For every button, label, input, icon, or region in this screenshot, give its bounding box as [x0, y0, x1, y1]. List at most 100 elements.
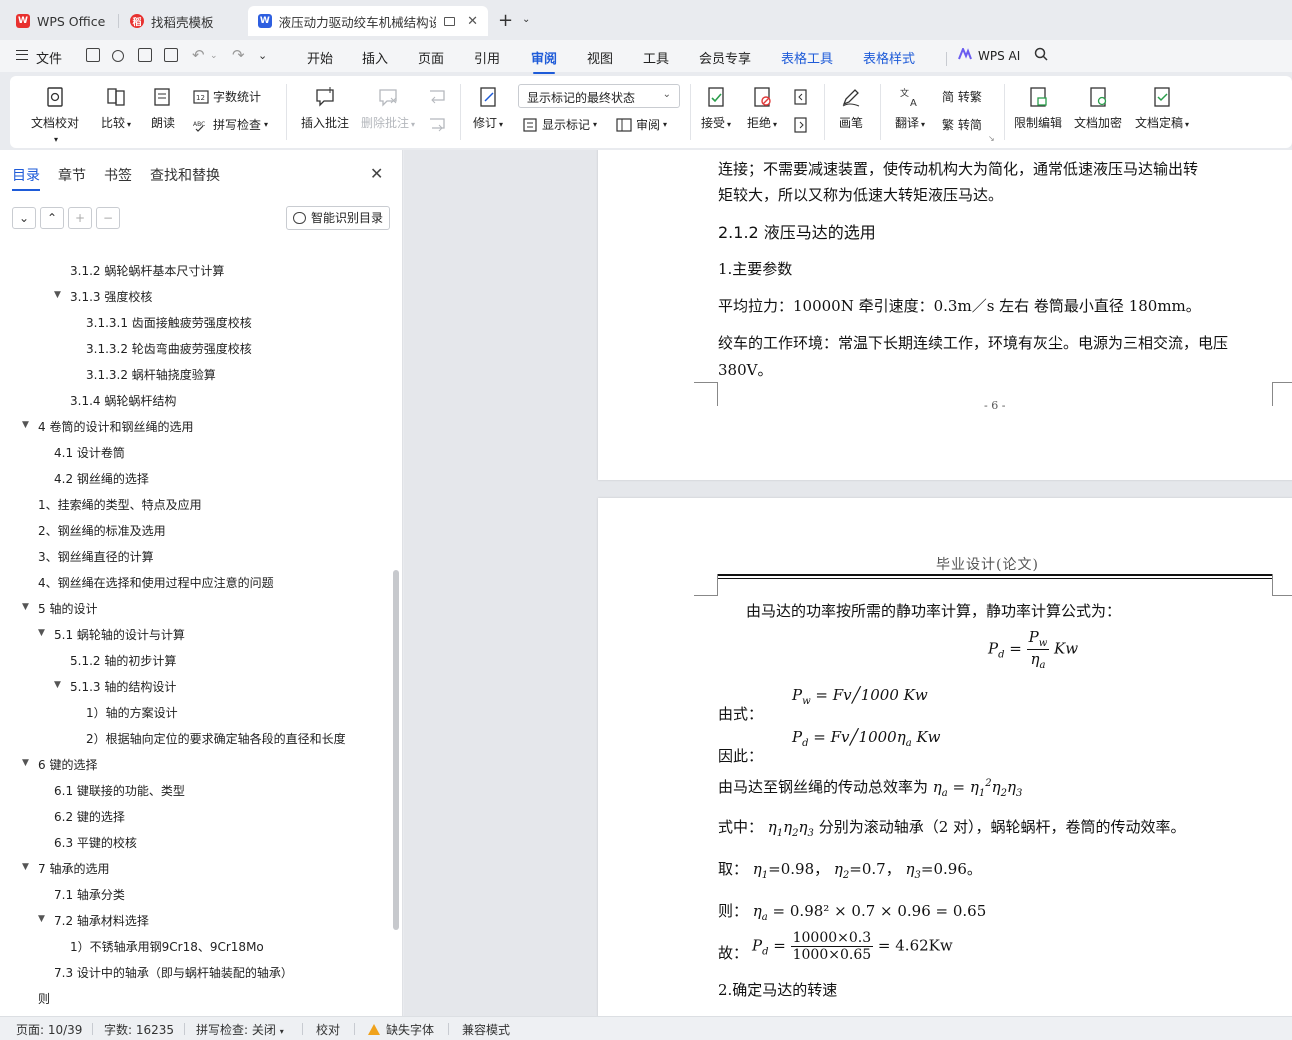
close-icon[interactable]: ✕	[370, 164, 383, 183]
nav-tab-chapters[interactable]: 章节	[58, 165, 86, 185]
pen-button[interactable]: 画笔	[834, 86, 868, 131]
toc-item[interactable]: 7.3 设计中的轴承（即与蜗杆轴装配的轴承）	[54, 964, 293, 981]
redo-icon[interactable]: ↷	[232, 46, 245, 64]
toc-item[interactable]: 6.1 键联接的功能、类型	[54, 782, 185, 799]
nav-tab-toc[interactable]: 目录	[12, 165, 40, 191]
status-proofread[interactable]: 校对	[316, 1021, 340, 1038]
tab-wps-office[interactable]: W WPS Office	[6, 6, 115, 36]
menu-start[interactable]: 开始	[307, 48, 333, 67]
to-simplified-button[interactable]: 繁 转简	[942, 116, 982, 133]
encrypt-button[interactable]: 文档加密	[1072, 86, 1124, 131]
toc-item[interactable]: 5.1.2 轴的初步计算	[70, 652, 176, 669]
menu-view[interactable]: 视图	[587, 48, 613, 67]
next-comment-icon[interactable]	[428, 116, 446, 134]
toc-item[interactable]: 3.1.4 蜗轮蜗杆结构	[70, 392, 176, 409]
menu-table-style[interactable]: 表格样式	[863, 48, 915, 67]
word-count-button[interactable]: 12 字数统计	[193, 88, 261, 105]
accept-button[interactable]: 接受 ▾	[698, 86, 734, 131]
toc-item[interactable]: 5.1.3 轴的结构设计	[70, 678, 176, 695]
toc-item[interactable]: 3.1.3 强度校核	[70, 288, 152, 305]
restrict-edit-button[interactable]: 限制编辑	[1012, 86, 1064, 131]
menu-file[interactable]: 文件	[36, 48, 62, 67]
next-change-icon[interactable]	[792, 116, 810, 134]
toc-item[interactable]: 则	[38, 990, 50, 1007]
status-word-count[interactable]: 字数: 16235	[104, 1021, 174, 1038]
expand-corner-icon[interactable]: ↘	[988, 134, 995, 143]
toc-item[interactable]: 7.1 轴承分类	[54, 886, 125, 903]
prev-comment-icon[interactable]	[428, 88, 446, 106]
menu-wps-ai[interactable]: WPS AI	[978, 49, 1020, 63]
expand-arrow-icon[interactable]: ▼	[54, 680, 61, 690]
status-missing-font[interactable]: 缺失字体	[368, 1021, 434, 1038]
to-traditional-button[interactable]: 简 转繁	[942, 88, 982, 105]
chevron-down-icon[interactable]: ⌄	[522, 14, 530, 25]
expand-arrow-icon[interactable]: ▼	[22, 602, 29, 612]
toc-item[interactable]: 6.2 键的选择	[54, 808, 125, 825]
close-icon[interactable]: ✕	[467, 14, 478, 29]
menu-reference[interactable]: 引用	[474, 48, 500, 67]
nav-tab-bookmarks[interactable]: 书签	[104, 165, 132, 185]
search-icon[interactable]	[1034, 47, 1048, 61]
expand-arrow-icon[interactable]: ▼	[54, 290, 61, 300]
prev-change-icon[interactable]	[792, 88, 810, 106]
toc-item[interactable]: 6.3 平键的校核	[54, 834, 137, 851]
toc-item[interactable]: 5.1 蜗轮轴的设计与计算	[54, 626, 185, 643]
new-tab-icon[interactable]: +	[498, 10, 513, 31]
toc-item[interactable]: 1、挂索绳的类型、特点及应用	[38, 496, 202, 513]
smart-toc-button[interactable]: 智能识别目录	[286, 206, 390, 230]
show-markup-button[interactable]: 显示标记 ▾	[522, 116, 597, 133]
tab-document[interactable]: W 液压动力驱动绞车机械结构设计 ✕	[248, 6, 488, 36]
toc-item[interactable]: 4 卷筒的设计和钢丝绳的选用	[38, 418, 193, 435]
document-area[interactable]: 连接；不需要减速装置，使传动机构大为简化，通常低速液压马达输出转 矩较大，所以又…	[404, 150, 1292, 1016]
save-icon[interactable]	[86, 48, 100, 62]
expand-arrow-icon[interactable]: ▼	[22, 758, 29, 768]
read-aloud-button[interactable]: 朗读	[148, 86, 178, 131]
toc-item[interactable]: 3.1.3.2 轮齿弯曲疲劳强度校核	[86, 340, 252, 357]
reject-button[interactable]: 拒绝 ▾	[744, 86, 780, 131]
remove-heading-button[interactable]: −	[96, 207, 120, 229]
monitor-icon[interactable]	[444, 16, 456, 26]
doc-check-button[interactable]: 文档校对▾	[30, 86, 80, 145]
expand-arrow-icon[interactable]: ▼	[22, 420, 29, 430]
chevron-down-icon[interactable]: ⌄	[210, 51, 218, 61]
toc-item[interactable]: 3.1.3.2 蜗杆轴挠度验算	[86, 366, 216, 383]
menu-review[interactable]: 审阅	[531, 48, 557, 74]
menu-tools[interactable]: 工具	[643, 48, 669, 67]
translate-button[interactable]: 文A 翻译 ▾	[890, 86, 930, 131]
finalize-button[interactable]: 文档定稿 ▾	[1132, 86, 1192, 131]
hamburger-icon[interactable]	[16, 50, 28, 60]
nav-tab-find-replace[interactable]: 查找和替换	[150, 165, 220, 185]
delete-comment-button[interactable]: 删除批注 ▾	[360, 86, 416, 131]
toc-item[interactable]: 4.1 设计卷筒	[54, 444, 125, 461]
toc-item[interactable]: 4、钢丝绳在选择和使用过程中应注意的问题	[38, 574, 274, 591]
markup-state-select[interactable]: 显示标记的最终状态 ⌄	[518, 84, 680, 108]
spell-check-button[interactable]: ABC 拼写检查 ▾	[193, 116, 268, 133]
expand-arrow-icon[interactable]: ▼	[38, 914, 45, 924]
expand-arrow-icon[interactable]: ▼	[38, 628, 45, 638]
menu-insert[interactable]: 插入	[362, 48, 388, 67]
share-icon[interactable]	[112, 50, 124, 62]
toc-item[interactable]: 7.2 轴承材料选择	[54, 912, 149, 929]
toc-item[interactable]: 2、钢丝绳的标准及选用	[38, 522, 166, 539]
toc-item[interactable]: 3.1.2 蜗轮蜗杆基本尺寸计算	[70, 262, 224, 279]
track-changes-button[interactable]: 修订 ▾	[470, 86, 506, 131]
print-preview-icon[interactable]	[164, 48, 178, 62]
toc-item[interactable]: 4.2 钢丝绳的选择	[54, 470, 149, 487]
status-page[interactable]: 页面: 10/39	[16, 1021, 82, 1038]
status-spell-check[interactable]: 拼写检查: 关闭 ▾	[196, 1021, 284, 1038]
expand-arrow-icon[interactable]: ▼	[22, 862, 29, 872]
undo-icon[interactable]: ↶	[192, 46, 205, 64]
menu-table-tools[interactable]: 表格工具	[781, 48, 833, 67]
add-heading-button[interactable]: +	[68, 207, 92, 229]
menu-page[interactable]: 页面	[418, 48, 444, 67]
toc-item[interactable]: 3、钢丝绳直径的计算	[38, 548, 154, 565]
print-icon[interactable]	[138, 48, 152, 62]
toc-item[interactable]: 1）不锈轴承用钢9Cr18、9Cr18Mo	[70, 938, 264, 955]
toc-item[interactable]: 5 轴的设计	[38, 600, 97, 617]
toc-item[interactable]: 1）轴的方案设计	[86, 704, 178, 721]
review-pane-button[interactable]: 审阅 ▾	[616, 116, 667, 133]
insert-comment-button[interactable]: 插入批注	[300, 86, 350, 131]
toc-item[interactable]: 3.1.3.1 齿面接触疲劳强度校核	[86, 314, 252, 331]
chevron-down-icon[interactable]: ⌄	[258, 49, 267, 62]
toc-item[interactable]: 7 轴承的选用	[38, 860, 109, 877]
